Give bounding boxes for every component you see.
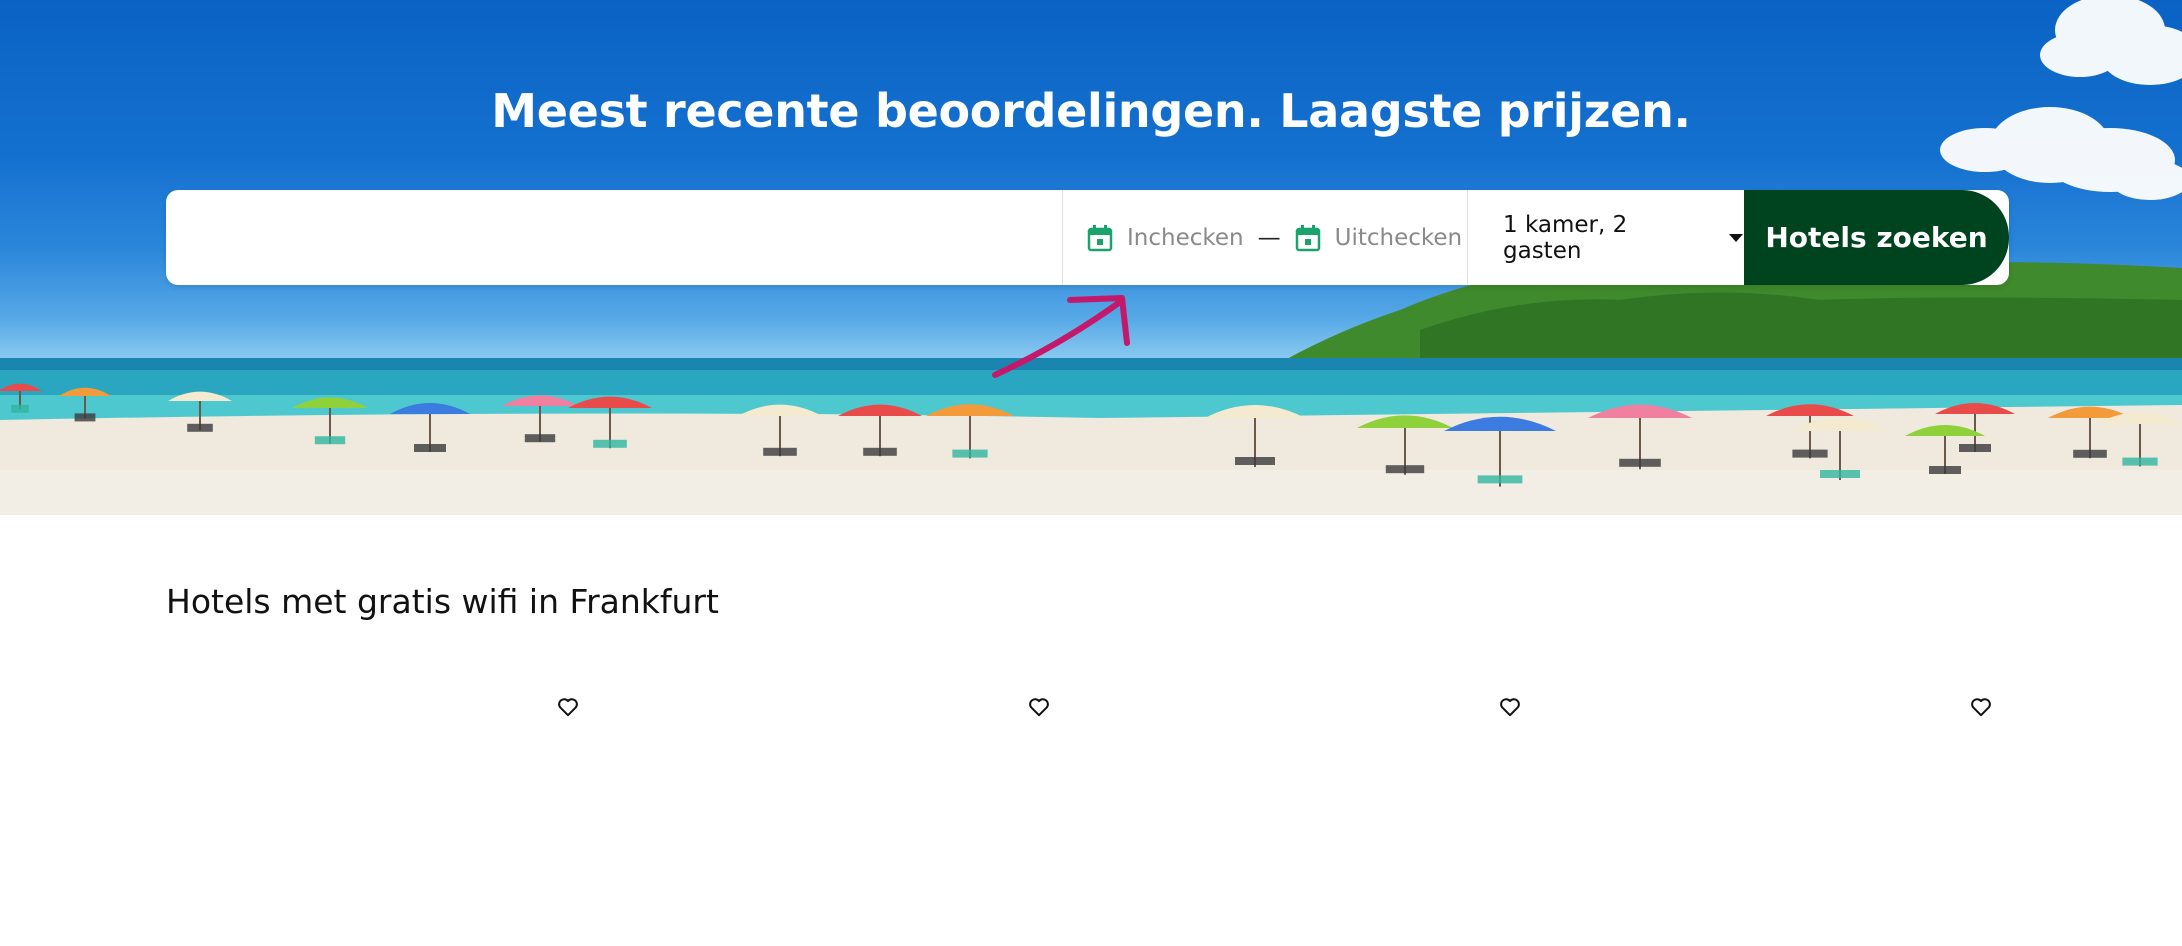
- beach-chair: [1235, 457, 1275, 465]
- favorite-button[interactable]: [1024, 692, 1054, 722]
- hero-title: Meest recente beoordelingen. Laagste pri…: [491, 84, 1691, 138]
- beach-chair: [74, 413, 96, 422]
- favorite-button[interactable]: [1495, 692, 1525, 722]
- beach-chair: [414, 444, 446, 452]
- beach-chair: [1792, 449, 1828, 458]
- beach-chair: [314, 436, 346, 445]
- checkout-label[interactable]: Uitchecken: [1335, 225, 1463, 251]
- beach-chair: [1477, 475, 1523, 484]
- cloud: [2040, 0, 2182, 85]
- heart-outline-icon: [558, 698, 578, 717]
- search-hotels-button[interactable]: Hotels zoeken: [1744, 190, 2009, 285]
- checkin-label[interactable]: Inchecken: [1127, 225, 1244, 251]
- beach-chair: [593, 439, 627, 448]
- beach-chair: [524, 434, 556, 443]
- heart-outline-icon: [1029, 698, 1049, 717]
- beach-chair: [2122, 457, 2158, 466]
- calendar-icon: [1295, 224, 1320, 251]
- favorite-button[interactable]: [553, 692, 583, 722]
- beach-chair: [952, 449, 988, 458]
- date-picker[interactable]: Inchecken — Uitchecken: [1062, 190, 1467, 285]
- beach-chair: [1820, 470, 1860, 478]
- beach-chair: [11, 404, 29, 413]
- beach-chair: [1385, 465, 1425, 474]
- beach-chair: [2073, 449, 2107, 458]
- date-separator: —: [1257, 224, 1281, 251]
- beach-chair: [863, 447, 897, 456]
- beach-chair: [1959, 444, 1991, 452]
- section-title: Hotels met gratis wifi in Frankfurt: [166, 582, 719, 621]
- beach-chair: [1929, 466, 1961, 474]
- beach-chair: [763, 447, 797, 456]
- favorite-button[interactable]: [1966, 692, 1996, 722]
- chevron-down-icon: [1729, 233, 1743, 242]
- calendar-icon: [1087, 224, 1113, 251]
- guests-label: 1 kamer, 2 gasten: [1503, 211, 1628, 264]
- beach-chair: [187, 423, 213, 432]
- heart-outline-icon: [1500, 698, 1520, 717]
- guests-selector[interactable]: 1 kamer, 2 gasten: [1467, 190, 1743, 285]
- destination-search-input[interactable]: [166, 190, 1062, 285]
- beach-chair: [1619, 458, 1661, 467]
- heart-outline-icon: [1971, 698, 1991, 717]
- hotel-search-bar: Inchecken — Uitchecken 1 kamer, 2 gasten: [166, 190, 2009, 285]
